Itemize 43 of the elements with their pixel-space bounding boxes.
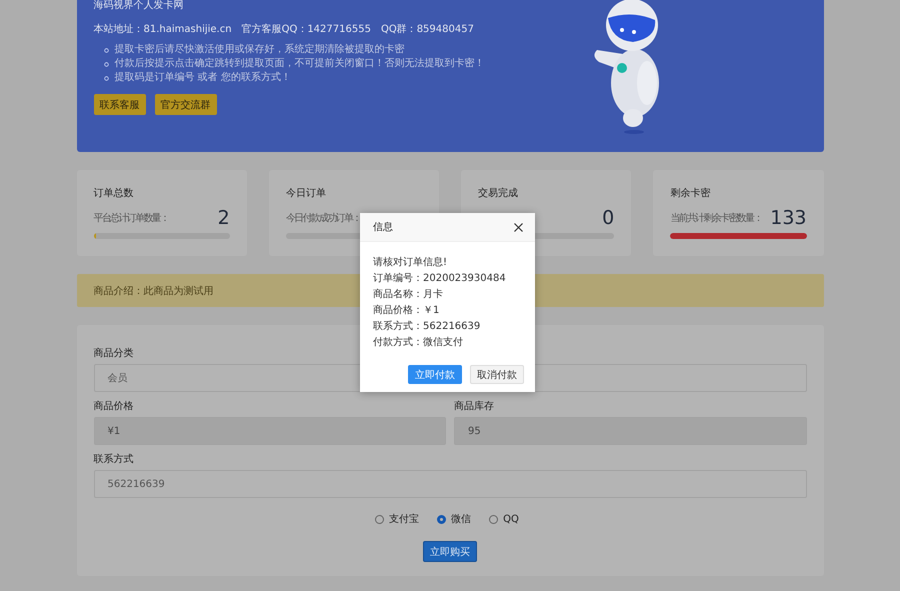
dialog-text: 商品名称：月卡 (373, 288, 444, 302)
bullet-icon (104, 76, 108, 80)
site-title: 海码视界个人发卡网 (94, 0, 184, 13)
stat-label: 平台总计订单数量： (94, 212, 168, 225)
pay-button[interactable]: 立即付款 (408, 365, 462, 384)
dialog-title: 信息 (373, 220, 393, 234)
cancel-button[interactable]: 取消付款 (470, 365, 524, 384)
stat-label: 今日付款成功订单： (286, 212, 360, 225)
notice-text: 付款后按提示点击确定跳转到提取页面，不可提前关闭窗口！否则无法提取到卡密！ (114, 57, 484, 71)
radio-button[interactable] (489, 514, 498, 524)
bullet-icon (104, 62, 108, 66)
notice-text: 提取卡密后请尽快激活使用或保存好，系统定期清除被提取的卡密 (114, 43, 404, 57)
site-info: 本站地址：81.haimashijie.cn (94, 23, 232, 37)
field-label: 商品价格 (94, 400, 134, 412)
field-label: 联系方式 (94, 452, 134, 465)
site-info: 官方客服QQ：1427716555 (242, 23, 371, 37)
field-label: 商品库存 (454, 400, 494, 412)
stat-title: 交易完成 (478, 186, 519, 200)
radio-button[interactable] (375, 514, 384, 524)
link-button[interactable]: 联系客服 (94, 94, 146, 115)
dialog-text: 请核对订单信息! (373, 256, 448, 270)
stat-label: 当前共计剩余卡密数量： (670, 212, 762, 225)
site-info: QQ群：859480457 (380, 23, 474, 37)
radio-button[interactable] (437, 514, 446, 524)
radio-label: 支付宝 (389, 512, 420, 526)
radio-label: 微信 (451, 513, 472, 526)
bullet-icon (104, 48, 108, 52)
close-icon[interactable] (514, 222, 523, 232)
stat-title: 今日订单 (286, 186, 327, 200)
dialog-text: 联系方式：562216639 (373, 320, 482, 334)
stat-value: 133 (770, 207, 806, 229)
input-field[interactable]: 562216639 (94, 470, 806, 498)
link-button[interactable]: 官方交流群 (154, 94, 216, 115)
radio-label: QQ (503, 514, 519, 524)
stat-title: 剩余卡密 (670, 186, 712, 200)
field-label: 商品分类 (94, 346, 134, 359)
dialog-text: 订单编号：2020023930484 (373, 272, 507, 286)
buy-button[interactable]: 立即购买 (423, 541, 477, 562)
stat-value: 2 (218, 207, 230, 229)
notice-text: 提取码是订单编号 或者 您的联系方式！ (114, 71, 291, 85)
stat-title: 订单总数 (94, 186, 134, 200)
dialog-text: 付款方式：微信支付 (373, 336, 464, 350)
stat-value: 0 (602, 207, 614, 229)
